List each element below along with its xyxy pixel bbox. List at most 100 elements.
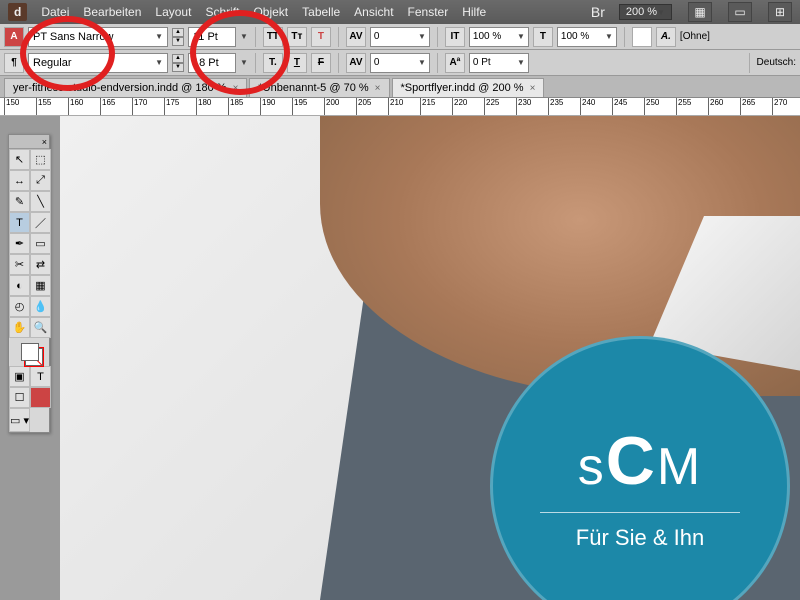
close-icon[interactable]: × [375, 83, 381, 94]
document-canvas[interactable]: sCM Für Sie & Ihn [60, 116, 800, 600]
page-tool[interactable]: ↔ [9, 170, 30, 191]
app-icon: d [8, 3, 27, 21]
font-weight-dropdown[interactable]: Regular▼ [28, 53, 168, 73]
chevron-down-icon[interactable]: ▼ [240, 32, 248, 41]
arrange-icon[interactable]: ⊞ [768, 2, 792, 22]
menu-tabelle[interactable]: Tabelle [302, 5, 340, 19]
allcaps-button[interactable]: TT [263, 27, 283, 47]
menu-ansicht[interactable]: Ansicht [354, 5, 393, 19]
font-size-field[interactable]: 11 Pt [188, 27, 236, 47]
close-icon[interactable]: × [530, 83, 536, 94]
menubar: d Datei Bearbeiten Layout Schrift Objekt… [0, 0, 800, 24]
eyedropper-tool[interactable]: 💧 [30, 296, 51, 317]
horizontal-ruler[interactable]: 1501551601651701751801851901952002052102… [0, 98, 800, 116]
charstyle-value[interactable]: [Ohne] [680, 31, 710, 42]
tab-label: *Sportflyer.indd @ 200 % [401, 82, 524, 94]
tab-label: yer-fitness-studio-endversion.indd @ 180… [13, 82, 227, 94]
para-format-icon[interactable]: ¶ [4, 53, 24, 73]
font-size-value: 11 Pt [193, 31, 218, 43]
zoom-tool[interactable]: 🔍 [30, 317, 51, 338]
gap-tool[interactable]: ⤢ [30, 170, 51, 191]
fill-swatch[interactable] [21, 343, 39, 361]
kerning-icon: AV [346, 27, 366, 47]
menu-datei[interactable]: Datei [41, 5, 69, 19]
char-format-icon[interactable]: A [4, 27, 24, 47]
leading-value: 18 Pt [193, 57, 219, 69]
close-icon[interactable]: × [233, 83, 239, 94]
fill-stroke-swatch[interactable] [9, 338, 51, 366]
hscale-field[interactable]: 100 %▼ [469, 27, 529, 47]
leading-spinner[interactable]: ▲▼ [172, 54, 184, 72]
doc-tab-3[interactable]: *Sportflyer.indd @ 200 % × [392, 78, 545, 97]
chevron-down-icon[interactable]: ▼ [240, 58, 248, 67]
format-text-icon[interactable]: T [30, 366, 51, 387]
superscript-button[interactable]: T [311, 27, 331, 47]
tab-label: *Unbenannt-5 @ 70 % [258, 82, 368, 94]
vscale-icon: T [533, 27, 553, 47]
spinner-up-icon[interactable]: ▲ [172, 28, 184, 37]
screen-mode-icon[interactable]: ▭ [728, 2, 752, 22]
smallcaps-button[interactable]: Tᴛ [287, 27, 307, 47]
hand-tool[interactable]: ✋ [9, 317, 30, 338]
format-container-icon[interactable]: ▣ [9, 366, 30, 387]
menu-hilfe[interactable]: Hilfe [462, 5, 486, 19]
chevron-down-icon: ▼ [418, 58, 426, 67]
doc-tab-2[interactable]: *Unbenannt-5 @ 70 % × [249, 78, 389, 97]
rectangle-tool[interactable]: ▭ [30, 233, 51, 254]
gradient-feather-tool[interactable]: ▦ [30, 275, 51, 296]
rectangle-frame-tool[interactable]: ✒ [9, 233, 30, 254]
apply-none-icon[interactable]: ☐ [9, 387, 30, 408]
gradient-tool[interactable]: ◐ [9, 275, 30, 296]
spinner-down-icon[interactable]: ▼ [172, 37, 184, 46]
chevron-down-icon: ▼ [155, 32, 163, 41]
view-mode-toggle[interactable]: ▭ ▾ [9, 408, 30, 432]
zoom-level-field[interactable]: 200 % ▼ [619, 4, 672, 20]
kerning-field[interactable]: 0▼ [370, 27, 430, 47]
scissors-tool[interactable]: ✂ [9, 254, 30, 275]
bridge-icon[interactable]: Br [591, 4, 605, 20]
panel-collapse-icon[interactable]: × [42, 137, 47, 147]
chevron-down-icon: ▼ [418, 32, 426, 41]
chevron-down-icon: ▼ [517, 32, 525, 41]
direct-selection-tool[interactable]: ⬚ [30, 149, 51, 170]
vscale-field[interactable]: 100 %▼ [557, 27, 617, 47]
zoom-value: 200 % [626, 6, 657, 18]
font-weight-value: Regular [33, 57, 72, 69]
line-tool[interactable]: ╲ [30, 191, 51, 212]
font-family-dropdown[interactable]: PT Sans Narrow ▼ [28, 27, 168, 47]
charstyle-icon: A. [656, 27, 676, 47]
logo-divider [540, 512, 740, 513]
workspace: × ↖ ⬚ ↔ ⤢ ✎ ╲ T ／ ✒ ▭ ✂ ⇄ ◐ ▦ ◴ 💧 ✋ 🔍 ▣ … [0, 116, 800, 600]
selection-tool[interactable]: ↖ [9, 149, 30, 170]
underline-button[interactable]: T [287, 53, 307, 73]
pencil-tool[interactable]: ／ [30, 212, 51, 233]
view-options-icon[interactable]: ▦ [688, 2, 712, 22]
strikethrough-button[interactable]: F [311, 53, 331, 73]
control-panel-row2: ¶ Regular▼ ▲▼ 18 Pt ▼ T. T F AV 0▼ Aª 0 … [0, 50, 800, 76]
menu-layout[interactable]: Layout [155, 5, 191, 19]
language-label[interactable]: Deutsch: [757, 57, 796, 68]
menu-objekt[interactable]: Objekt [253, 5, 288, 19]
font-family-value: PT Sans Narrow [33, 31, 114, 43]
panel-header[interactable]: × [9, 135, 49, 149]
note-tool[interactable]: ◴ [9, 296, 30, 317]
menu-fenster[interactable]: Fenster [408, 5, 449, 19]
fill-swatch[interactable] [632, 27, 652, 47]
baseline-field[interactable]: 0 Pt▼ [469, 53, 529, 73]
doc-tab-1[interactable]: yer-fitness-studio-endversion.indd @ 180… [4, 78, 247, 97]
type-tool[interactable]: T [9, 212, 30, 233]
font-size-spinner[interactable]: ▲▼ [172, 28, 184, 46]
pen-tool[interactable]: ✎ [9, 191, 30, 212]
tracking-field[interactable]: 0▼ [370, 53, 430, 73]
leading-field[interactable]: 18 Pt [188, 53, 236, 73]
menu-schrift[interactable]: Schrift [205, 5, 239, 19]
subscript-button[interactable]: T. [263, 53, 283, 73]
tracking-icon: AV [346, 53, 366, 73]
chevron-down-icon: ▼ [657, 8, 665, 17]
tools-panel: × ↖ ⬚ ↔ ⤢ ✎ ╲ T ／ ✒ ▭ ✂ ⇄ ◐ ▦ ◴ 💧 ✋ 🔍 ▣ … [8, 134, 50, 433]
apply-color-icon[interactable] [30, 387, 51, 408]
spinner-up-icon[interactable]: ▲ [172, 54, 184, 63]
menu-bearbeiten[interactable]: Bearbeiten [83, 5, 141, 19]
spinner-down-icon[interactable]: ▼ [172, 63, 184, 72]
free-transform-tool[interactable]: ⇄ [30, 254, 51, 275]
